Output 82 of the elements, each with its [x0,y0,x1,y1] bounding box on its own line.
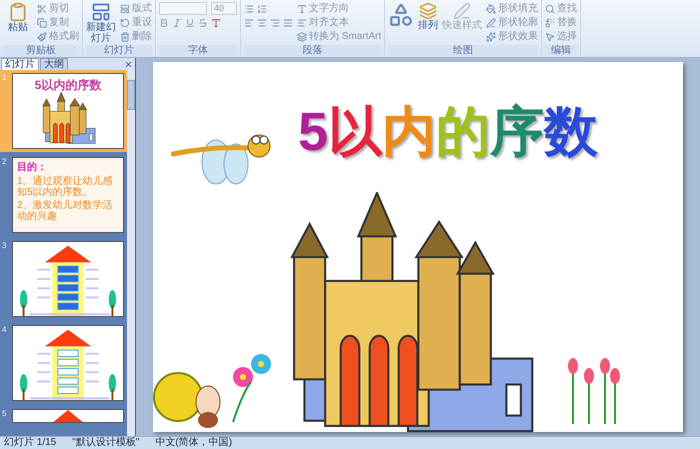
ribbon-large-button[interactable]: 快速样式 [442,2,482,31]
ribbon-icon [545,4,556,14]
ribbon-icon [545,32,556,42]
ribbon-small-button[interactable]: 替换 [545,16,578,29]
slide-number: 3 [2,241,8,252]
ribbon-small-button[interactable]: 版式 [120,2,152,15]
thumbnail-title: 5以内的序数 [34,78,102,92]
ribbon-icon [120,4,130,14]
strikethrough-icon[interactable] [198,18,208,28]
slide-title: 5以内的序数 [298,102,598,162]
group-label: 剪贴板 [3,45,79,57]
ribbon-icon [297,18,307,28]
thumbnail-heading: 目的： [17,162,48,174]
slide-thumbnail-row[interactable]: 4 [0,322,127,404]
slide-number: 5 [2,409,8,420]
group-label: 幻灯片 [86,45,152,57]
ribbon-large-button[interactable]: 排列 [418,2,438,31]
ribbon-small-button[interactable]: 转换为 SmartArt [297,30,382,43]
font-color-icon[interactable] [211,18,221,28]
ribbon-small-button[interactable]: 格式刷 [37,30,79,43]
ribbon-small-button[interactable]: 对齐文本 [297,16,382,29]
justify-icon[interactable] [283,18,293,28]
slide-icon [91,2,111,22]
ribbon-icon [120,18,130,28]
slide-counter: 幻灯片 1/15 [4,437,56,449]
ribbon-large-button[interactable]: 新建幻灯片 [86,2,116,44]
slide-number: 2 [2,157,8,168]
ribbon-icon [37,4,47,14]
language-status: 中文(简体，中国) [155,437,232,449]
ribbon-small-button[interactable]: 查找 [545,2,578,15]
bold-icon[interactable] [159,18,169,28]
ribbon-icon [486,18,496,28]
ribbon-small-button[interactable]: 形状效果 [486,30,538,43]
scrollbar[interactable] [127,70,135,436]
font-name-field[interactable] [159,2,207,15]
ribbon-icon [37,18,47,28]
panel-tab[interactable]: 幻灯片 [1,58,39,70]
group-label: 绘图 [388,45,538,57]
align-center-icon[interactable] [257,18,267,28]
ribbon-icon [297,4,307,14]
slide-thumbnail-row[interactable]: 2 目的： 1、通过观察让幼儿感知5以内的序数。 2、激发幼儿对数学活动的兴趣 [0,154,127,236]
roof-drawing [51,410,85,422]
theme-name: "默认设计模板" [72,437,140,449]
paste-icon [8,2,28,22]
ribbon-small-button[interactable]: 剪切 [37,2,79,15]
align-left-icon[interactable] [244,18,254,28]
slide-thumbnail-row[interactable]: 3 [0,238,127,320]
ribbon-icon [120,32,130,42]
ribbon-small-button[interactable]: 形状轮廓 [486,16,538,29]
slide-thumbnail-row[interactable]: 5 [0,406,127,426]
shapes-gallery-icon[interactable] [388,2,414,28]
bullet-list-icon[interactable] [244,4,254,14]
numbered-list-icon[interactable] [257,4,267,14]
group-label: 字体 [159,45,237,57]
thumbnail-text: 2、激发幼儿对数学活动的兴趣 [17,200,114,222]
ribbon-small-button[interactable]: 复制 [37,16,79,29]
ribbon-icon [486,32,496,42]
group-label: 编辑 [545,45,578,57]
ribbon-large-button[interactable]: 粘贴 [3,2,33,33]
ribbon-icon [486,4,496,14]
scrollbar-thumb[interactable] [127,80,135,110]
quick-styles-icon [453,2,472,20]
ribbon-small-button[interactable]: 重设 [120,16,152,29]
align-right-icon[interactable] [270,18,280,28]
ribbon-icon [37,32,47,42]
ribbon-small-button[interactable]: 删除 [120,30,152,43]
ribbon-icon [545,18,556,28]
underline-icon[interactable] [185,18,195,28]
panel-tab[interactable]: 大纲 [40,58,68,70]
italic-icon[interactable] [172,18,182,28]
font-size-field[interactable]: 40 [211,2,237,15]
slide-number: 4 [2,325,8,336]
group-label: 段落 [244,45,382,57]
arrange-icon [419,2,438,20]
ribbon-small-button[interactable]: 形状填充 [486,2,538,15]
ribbon-small-button[interactable]: 选择 [545,30,578,43]
close-icon[interactable] [124,60,133,69]
ribbon-icon [297,32,307,42]
thumbnail-text: 1、通过观察让幼儿感知5以内的序数。 [17,176,114,198]
slide-thumbnail-row[interactable]: 1 5以内的序数 [0,70,127,152]
ribbon-small-button[interactable]: 文字方向 [297,2,382,15]
slide-number: 1 [2,73,8,84]
